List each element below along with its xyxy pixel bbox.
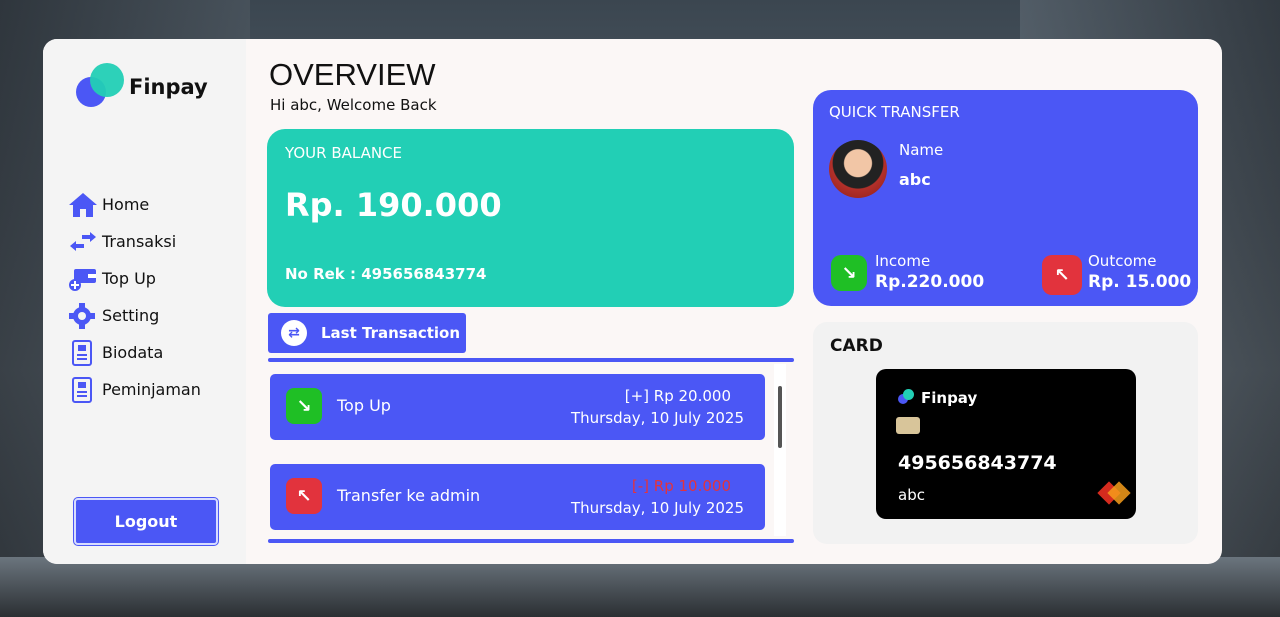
mastercard-icon xyxy=(1097,481,1131,505)
sidebar-nav: Home Transaksi Top Up Setting Biodata Pe… xyxy=(68,186,238,408)
payment-card[interactable]: Finpay 495656843774 abc xyxy=(876,369,1136,519)
sidebar-item-label: Peminjaman xyxy=(102,380,201,399)
balance-label: YOUR BALANCE xyxy=(285,144,403,162)
card-number: 495656843774 xyxy=(898,452,1057,474)
balance-amount: Rp. 190.000 xyxy=(285,186,502,224)
document-icon xyxy=(68,376,102,404)
sidebar-item-label: Home xyxy=(102,195,150,214)
quick-transfer-label: QUICK TRANSFER xyxy=(829,103,960,121)
page-title: OVERVIEW xyxy=(269,57,436,92)
gear-icon xyxy=(68,302,102,330)
card-holder: abc xyxy=(898,486,925,504)
logo-icon xyxy=(76,63,136,107)
topup-icon xyxy=(68,265,102,293)
balance-card: YOUR BALANCE Rp. 190.000 No Rek : 495656… xyxy=(267,129,794,307)
income-arrow-icon: ↘ xyxy=(286,388,322,424)
sidebar-item-home[interactable]: Home xyxy=(68,186,238,223)
transaction-date: Thursday, 10 July 2025 xyxy=(570,409,744,427)
logout-button[interactable]: Logout xyxy=(73,497,219,546)
quick-transfer-panel: QUICK TRANSFER Name abc ↘ Income Rp.220.… xyxy=(813,90,1198,306)
card-brand: Finpay xyxy=(921,389,978,407)
outcome-value: Rp. 15.000 xyxy=(1088,272,1192,292)
sidebar-item-topup[interactable]: Top Up xyxy=(68,260,238,297)
transaction-list: ↘ Top Up [+] Rp 20.000 Thursday, 10 July… xyxy=(268,364,808,536)
outcome-arrow-icon: ↖ xyxy=(286,478,322,514)
transaction-item[interactable]: ↖ Transfer ke admin [-] Rp 10.000 Thursd… xyxy=(270,464,765,530)
account-number: No Rek : 495656843774 xyxy=(285,265,487,283)
document-icon xyxy=(68,339,102,367)
background-bottom xyxy=(0,557,1280,617)
divider xyxy=(268,539,794,543)
outcome-label: Outcome xyxy=(1088,252,1157,270)
transaction-name: Top Up xyxy=(337,396,391,415)
scrollbar-thumb[interactable] xyxy=(778,386,782,448)
exchange-icon xyxy=(68,228,102,256)
card-label: CARD xyxy=(830,336,883,356)
income-value: Rp.220.000 xyxy=(875,272,985,292)
outcome-arrow-icon: ↖ xyxy=(1042,255,1082,295)
avatar[interactable] xyxy=(829,140,887,198)
transaction-amount: [-] Rp 10.000 xyxy=(631,477,731,495)
card-panel: CARD Finpay 495656843774 abc xyxy=(813,322,1198,544)
sidebar-item-transaksi[interactable]: Transaksi xyxy=(68,223,238,260)
income-arrow-icon: ↘ xyxy=(831,255,867,291)
welcome-text: Hi abc, Welcome Back xyxy=(270,96,437,114)
sidebar-item-setting[interactable]: Setting xyxy=(68,297,238,334)
sidebar: Finpay Home Transaksi Top Up Setting Bio… xyxy=(43,39,246,564)
home-icon xyxy=(68,191,102,219)
brand-name: Finpay xyxy=(129,75,208,99)
divider xyxy=(268,358,794,362)
transaction-amount: [+] Rp 20.000 xyxy=(624,387,731,405)
name-label: Name xyxy=(899,141,944,159)
income-label: Income xyxy=(875,252,931,270)
sidebar-item-label: Biodata xyxy=(102,343,164,362)
sidebar-item-label: Top Up xyxy=(102,269,156,288)
last-transaction-button[interactable]: ⇄ Last Transaction xyxy=(268,313,466,353)
swap-icon: ⇄ xyxy=(281,320,307,346)
app-window: Finpay Home Transaksi Top Up Setting Bio… xyxy=(43,39,1222,564)
sidebar-item-label: Transaksi xyxy=(102,232,177,251)
sidebar-item-label: Setting xyxy=(102,306,160,325)
transaction-name: Transfer ke admin xyxy=(337,486,481,505)
chip-icon xyxy=(896,417,920,434)
name-value: abc xyxy=(899,170,931,189)
transaction-date: Thursday, 10 July 2025 xyxy=(570,499,744,517)
sidebar-item-peminjaman[interactable]: Peminjaman xyxy=(68,371,238,408)
transaction-item[interactable]: ↘ Top Up [+] Rp 20.000 Thursday, 10 July… xyxy=(270,374,765,440)
sidebar-item-biodata[interactable]: Biodata xyxy=(68,334,238,371)
last-transaction-label: Last Transaction xyxy=(321,324,461,342)
card-logo-icon xyxy=(898,389,914,405)
